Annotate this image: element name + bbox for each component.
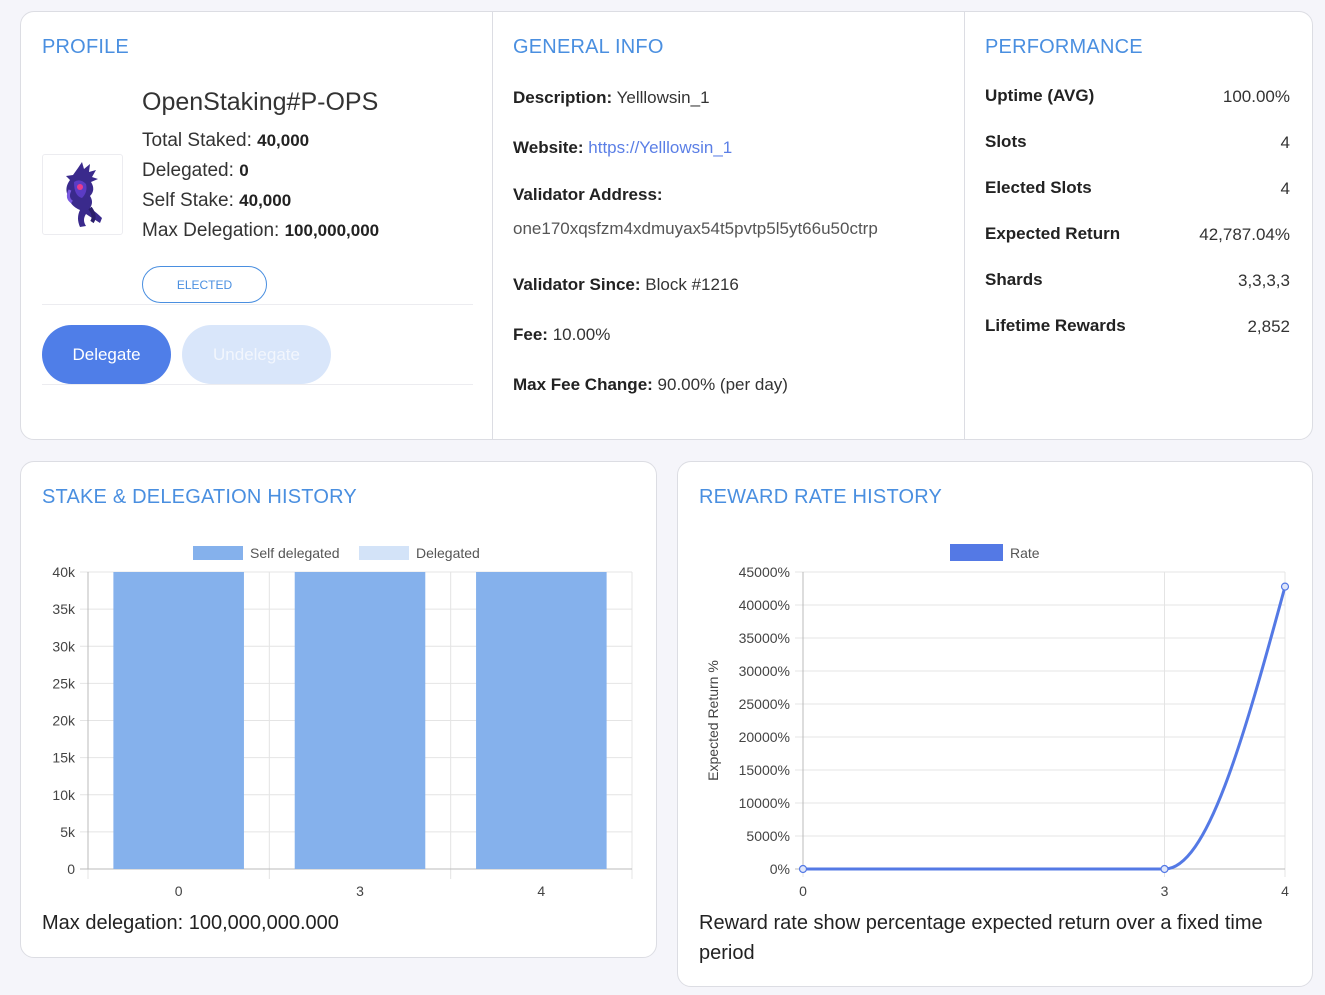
- max-fee-change-field: Max Fee Change: 90.00% (per day): [513, 375, 788, 394]
- series-line: [803, 586, 1287, 871]
- y-tick-label: 25k: [52, 675, 76, 691]
- uptime-value: 100.00%: [1222, 87, 1290, 106]
- dragon-logo-icon: [65, 161, 102, 227]
- y-tick-label: 30000%: [739, 663, 790, 679]
- y-tick-label: 35000%: [739, 630, 790, 646]
- max-delegation-caption: Max delegation: 100,000,000.000: [42, 912, 339, 934]
- elected-slots-label: Elected Slots: [985, 178, 1092, 197]
- x-tick-label: 4: [1281, 883, 1289, 899]
- y-tick-label: 40k: [52, 564, 76, 580]
- y-tick-label: 45000%: [739, 564, 790, 580]
- bar: [294, 572, 426, 869]
- validator-name: OpenStaking#P-OPS: [142, 88, 379, 116]
- y-tick-label: 5000%: [746, 828, 790, 844]
- fee-field: Fee: 10.00%: [513, 325, 611, 344]
- general-info-title: GENERAL INFO: [513, 36, 664, 58]
- reward-history-card: REWARD RATE HISTORY Rate 0% 5000% 10000% 150…: [677, 461, 1313, 987]
- legend-swatch: [193, 546, 243, 560]
- stake-history-title: STAKE & DELEGATION HISTORY: [42, 486, 357, 508]
- reward-history-title: REWARD RATE HISTORY: [699, 486, 943, 508]
- delegated: Delegated: 0: [142, 160, 249, 181]
- x-tick-label: 0: [799, 883, 807, 899]
- validator-address: one170xqsfzm4xdmuyax54t5pvtp5l5yt66u50ct…: [513, 219, 878, 238]
- y-tick-label: 15k: [52, 750, 76, 766]
- slots-value: 4: [1280, 133, 1290, 152]
- y-tick-label: 10k: [52, 787, 76, 803]
- legend-swatch: [359, 546, 409, 560]
- validator-since-field: Validator Since: Block #1216: [513, 275, 739, 294]
- bar: [476, 572, 607, 869]
- elected-slots-value: 4: [1280, 179, 1290, 198]
- y-tick-label: 15000%: [739, 762, 790, 778]
- data-point: [1280, 582, 1290, 591]
- shards-value: 3,3,3,3: [1238, 271, 1290, 290]
- y-tick-label: 35k: [52, 601, 76, 617]
- bar: [113, 572, 244, 869]
- total-staked: Total Staked: 40,000: [142, 130, 310, 151]
- stake-delegation-bar-chart: Self delegated Delegated05k10k15k20k25k30…: [52, 545, 633, 899]
- x-tick-label: 3: [356, 883, 364, 899]
- description-field: Description: Yelllowsin_1: [513, 88, 710, 107]
- y-tick-label: 20000%: [739, 729, 790, 745]
- lifetime-rewards-value: 2,852: [1247, 317, 1290, 336]
- shards-label: Shards: [985, 270, 1043, 289]
- profile-title: PROFILE: [42, 36, 129, 58]
- website-field: Website: https://Yelllowsin_1: [513, 138, 733, 157]
- x-tick-label: 3: [1161, 883, 1169, 899]
- website-link[interactable]: https://Yelllowsin_1: [588, 138, 732, 157]
- expected-return-value: 42,787.04%: [1199, 225, 1290, 244]
- slots-label: Slots: [985, 132, 1027, 151]
- y-tick-label: 40000%: [739, 597, 790, 613]
- y-tick-label: 20k: [52, 713, 76, 729]
- divider: [42, 304, 473, 305]
- legend-label: Delegated: [416, 545, 480, 561]
- y-tick-label: 30k: [52, 638, 76, 654]
- validator-address-label: Validator Address:: [513, 185, 663, 204]
- legend-label: Rate: [1010, 545, 1040, 561]
- x-tick-label: 4: [537, 883, 545, 899]
- validator-avatar: [42, 154, 123, 235]
- validator-overview-card: PROFILE OpenStaking#P-OPS Total Staked: …: [20, 11, 1313, 440]
- y-tick-label: 5k: [60, 824, 76, 840]
- data-point: [1160, 864, 1169, 874]
- legend-swatch: [950, 544, 1003, 561]
- y-tick-label: 0%: [770, 861, 790, 877]
- uptime-label: Uptime (AVG): [985, 86, 1095, 105]
- delegate-button[interactable]: Delegate: [42, 325, 171, 384]
- reward-rate-caption: Reward rate show percentage expected ret…: [699, 912, 1263, 964]
- undelegate-button[interactable]: Undelegate: [182, 325, 331, 384]
- column-divider: [964, 12, 965, 439]
- expected-return-label: Expected Return: [985, 224, 1121, 243]
- y-tick-label: 25000%: [739, 696, 790, 712]
- y-axis-title: Expected Return %: [705, 660, 721, 781]
- reward-rate-line-chart: Rate 0% 5000% 10000% 15000% 20000% 25000% 30000…: [705, 544, 1290, 899]
- self-stake: Self Stake: 40,000: [142, 190, 292, 211]
- legend-label: Self delegated: [250, 545, 340, 561]
- y-tick-label: 10000%: [739, 795, 790, 811]
- stake-history-card: STAKE & DELEGATION HISTORY Self delegate…: [20, 461, 657, 958]
- performance-title: PERFORMANCE: [985, 36, 1143, 58]
- y-tick-label: 0: [67, 861, 75, 877]
- status-badge: ELECTED: [142, 266, 267, 303]
- data-point: [798, 864, 808, 874]
- divider: [42, 384, 473, 385]
- column-divider: [492, 12, 493, 439]
- x-tick-label: 0: [175, 883, 183, 899]
- max-delegation: Max Delegation: 100,000,000: [142, 220, 380, 241]
- lifetime-rewards-label: Lifetime Rewards: [985, 316, 1126, 335]
